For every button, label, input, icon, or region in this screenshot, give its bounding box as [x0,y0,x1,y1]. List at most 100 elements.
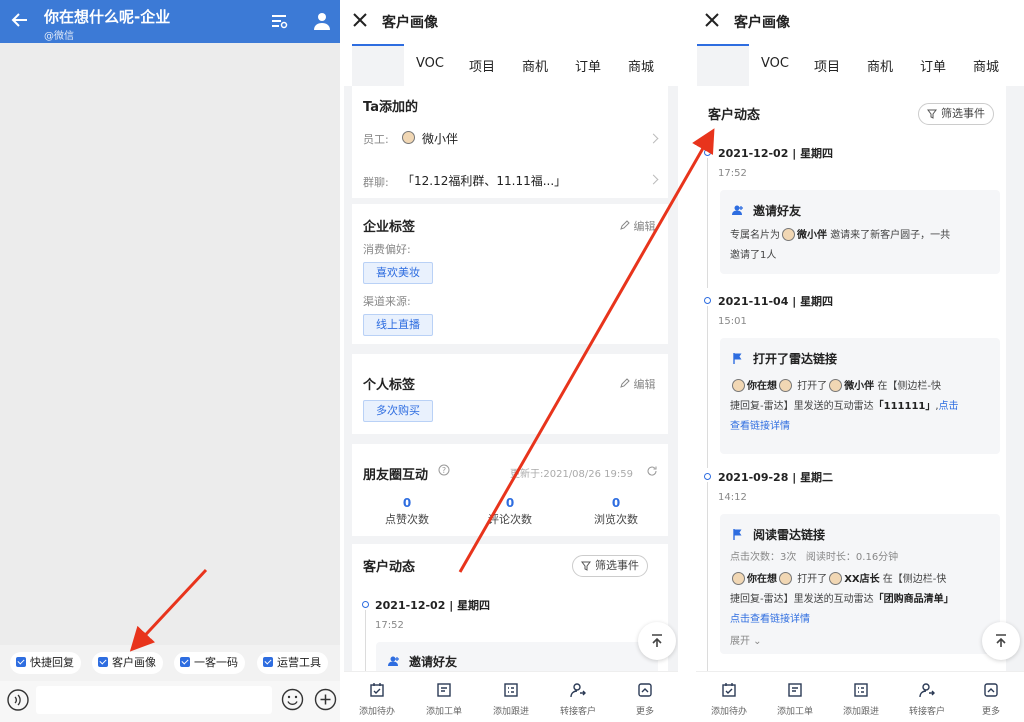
filter-events-button[interactable]: 筛选事件 [572,555,648,577]
bottom-label: 添加跟进 [492,707,529,717]
more-button[interactable]: 更多 [612,672,678,722]
expand-button[interactable]: 展开 ⌄ [730,632,762,652]
event-time: 17:52 [718,168,747,179]
settings-list-icon[interactable] [270,12,288,30]
add-todo-button[interactable]: 添加待办 [344,672,410,722]
comments-count: 0 [505,496,515,510]
comments-label: 评论次数 [488,513,532,526]
help-icon[interactable]: ? [438,464,450,476]
added-by-card: Ta添加的 员工: 微小伴 群聊: 「12.12福利群、11.11福...」 [352,86,668,198]
emoji-icon[interactable] [281,688,304,711]
activity-time: 17:52 [375,620,404,631]
activity-date: 2021-12-02 | 星期四 [375,599,491,612]
link-detail[interactable]: 点击查看链接详情 [730,614,810,625]
avatar [779,572,792,585]
more-button[interactable]: 更多 [958,672,1024,722]
transfer-customer-button[interactable]: 转接客户 [894,672,960,722]
group-label: 群聊: [363,176,389,189]
flag-icon [733,529,742,540]
timeline-line [707,482,708,671]
activity-card: 客户动态 筛选事件 2021-12-02 | 星期四 17:52 邀请好友 [352,544,668,682]
refresh-icon[interactable] [646,465,658,477]
message-input[interactable] [36,686,272,714]
operation-tools-chip[interactable]: 运营工具 [257,652,328,674]
group-value[interactable]: 「12.12福利群、11.11福...」 [402,172,566,189]
timeline-dot [704,297,711,304]
chevron-right-icon[interactable] [648,133,659,144]
chip-label: 客户画像 [112,656,156,669]
moments-card: 朋友圈互动 ? 更新于:2021/08/26 19:59 0 点赞次数 0 评论… [352,444,668,536]
portrait-bottom-bar: 添加待办 添加工单 添加跟进 转接客户 更多 [344,671,678,722]
back-to-top-button[interactable] [638,622,676,660]
chip-label: 运营工具 [277,656,321,669]
invite-user-icon [388,656,399,666]
avatar [779,379,792,392]
more-icon [984,683,998,697]
profile-icon[interactable] [312,11,332,31]
pref-tag[interactable]: 喜欢美妆 [363,262,433,284]
back-to-top-button[interactable] [982,622,1020,660]
chevron-right-icon[interactable] [648,174,659,185]
tab-mall[interactable]: 商城 [628,56,654,75]
back-arrow-icon[interactable] [10,10,30,32]
close-icon[interactable] [352,12,368,28]
chat-toolbar: 快捷回复 客户画像 一客一码 运营工具 [0,645,340,681]
add-ticket-button[interactable]: 添加工单 [411,672,477,722]
svg-text:?: ? [442,466,446,475]
tab-order[interactable]: 订单 [920,56,946,75]
followup-icon [854,683,868,697]
transfer-customer-button[interactable]: 转接客户 [545,672,611,722]
bottom-label: 转接客户 [908,707,945,717]
chip-label: 快捷回复 [30,656,74,669]
tab-project[interactable]: 项目 [814,56,840,75]
corp-tags-title: 企业标签 [363,220,416,235]
event-card-radar-open[interactable]: 打开了雷达链接 你在想 打开了 微小伴 在【侧边栏-快 捷回复-雷达】里发送的互动… [720,338,1000,454]
chat-panel: 你在想什么呢-企业 @微信 快捷回复 客户画像 一客一码 运营工具 [0,0,340,722]
staff-name[interactable]: 微小伴 [422,130,458,147]
add-followup-button[interactable]: 添加跟进 [478,672,544,722]
filter-events-button[interactable]: 筛选事件 [918,103,994,125]
back-to-top-icon [652,634,662,647]
personal-tag[interactable]: 多次购买 [363,400,433,422]
customer-portrait-chip[interactable]: 客户画像 [92,652,163,674]
timeline-dot [362,601,369,608]
voice-icon[interactable] [7,689,29,711]
likes-count: 0 [402,496,412,510]
add-followup-button[interactable]: 添加跟进 [828,672,894,722]
filter-label: 筛选事件 [595,559,639,572]
close-icon[interactable] [704,12,720,28]
link-detail[interactable]: 查看链接详情 [730,421,790,432]
tab-voc[interactable]: VOC [416,56,444,71]
avatar [829,379,843,392]
event-card-invite[interactable]: 邀请好友 专属名片为 微小伴 邀请来了新客户圆子，一共 邀请了1人 [720,190,1000,274]
channel-label: 渠道来源: [363,295,411,308]
edit-corp-tags-button[interactable]: 编辑 [620,218,656,234]
quick-reply-chip[interactable]: 快捷回复 [10,652,81,674]
chip-label: 一客一码 [194,656,238,669]
channel-tag[interactable]: 线上直播 [363,314,433,336]
link-detail[interactable]: 点击 [939,401,959,412]
transfer-icon [919,683,935,698]
tab-voc[interactable]: VOC [761,56,789,71]
tab-project[interactable]: 项目 [469,56,495,75]
event-card-radar-read[interactable]: 阅读雷达链接 点击次数：3次 阅读时长：0.16分钟 你在想 打开了 XX店长 在… [720,514,1000,654]
event-desc: 你在想 打开了 微小伴 在【侧边栏-快 捷回复-雷达】里发送的互动雷达「11111… [730,379,959,432]
edit-personal-tags-button[interactable]: 编辑 [620,376,656,392]
flag-icon [733,353,742,364]
tab-mall[interactable]: 商城 [973,56,999,75]
todo-icon [370,683,384,697]
one-customer-one-code-chip[interactable]: 一客一码 [174,652,245,674]
event-title: 阅读雷达链接 [753,528,826,542]
tab-order[interactable]: 订单 [575,56,601,75]
avatar [829,572,843,585]
avatar [732,379,745,392]
timeline-line [707,158,708,288]
tab-opportunity[interactable]: 商机 [867,56,893,75]
bottom-label: 更多 [635,707,654,717]
add-ticket-button[interactable]: 添加工单 [762,672,828,722]
bottom-label: 更多 [981,707,1000,717]
tab-opportunity[interactable]: 商机 [522,56,548,75]
add-todo-button[interactable]: 添加待办 [696,672,762,722]
screenshot-root: 你在想什么呢-企业 @微信 快捷回复 客户画像 一客一码 运营工具 客户画像 V… [0,0,1024,722]
plus-icon[interactable] [314,688,337,711]
